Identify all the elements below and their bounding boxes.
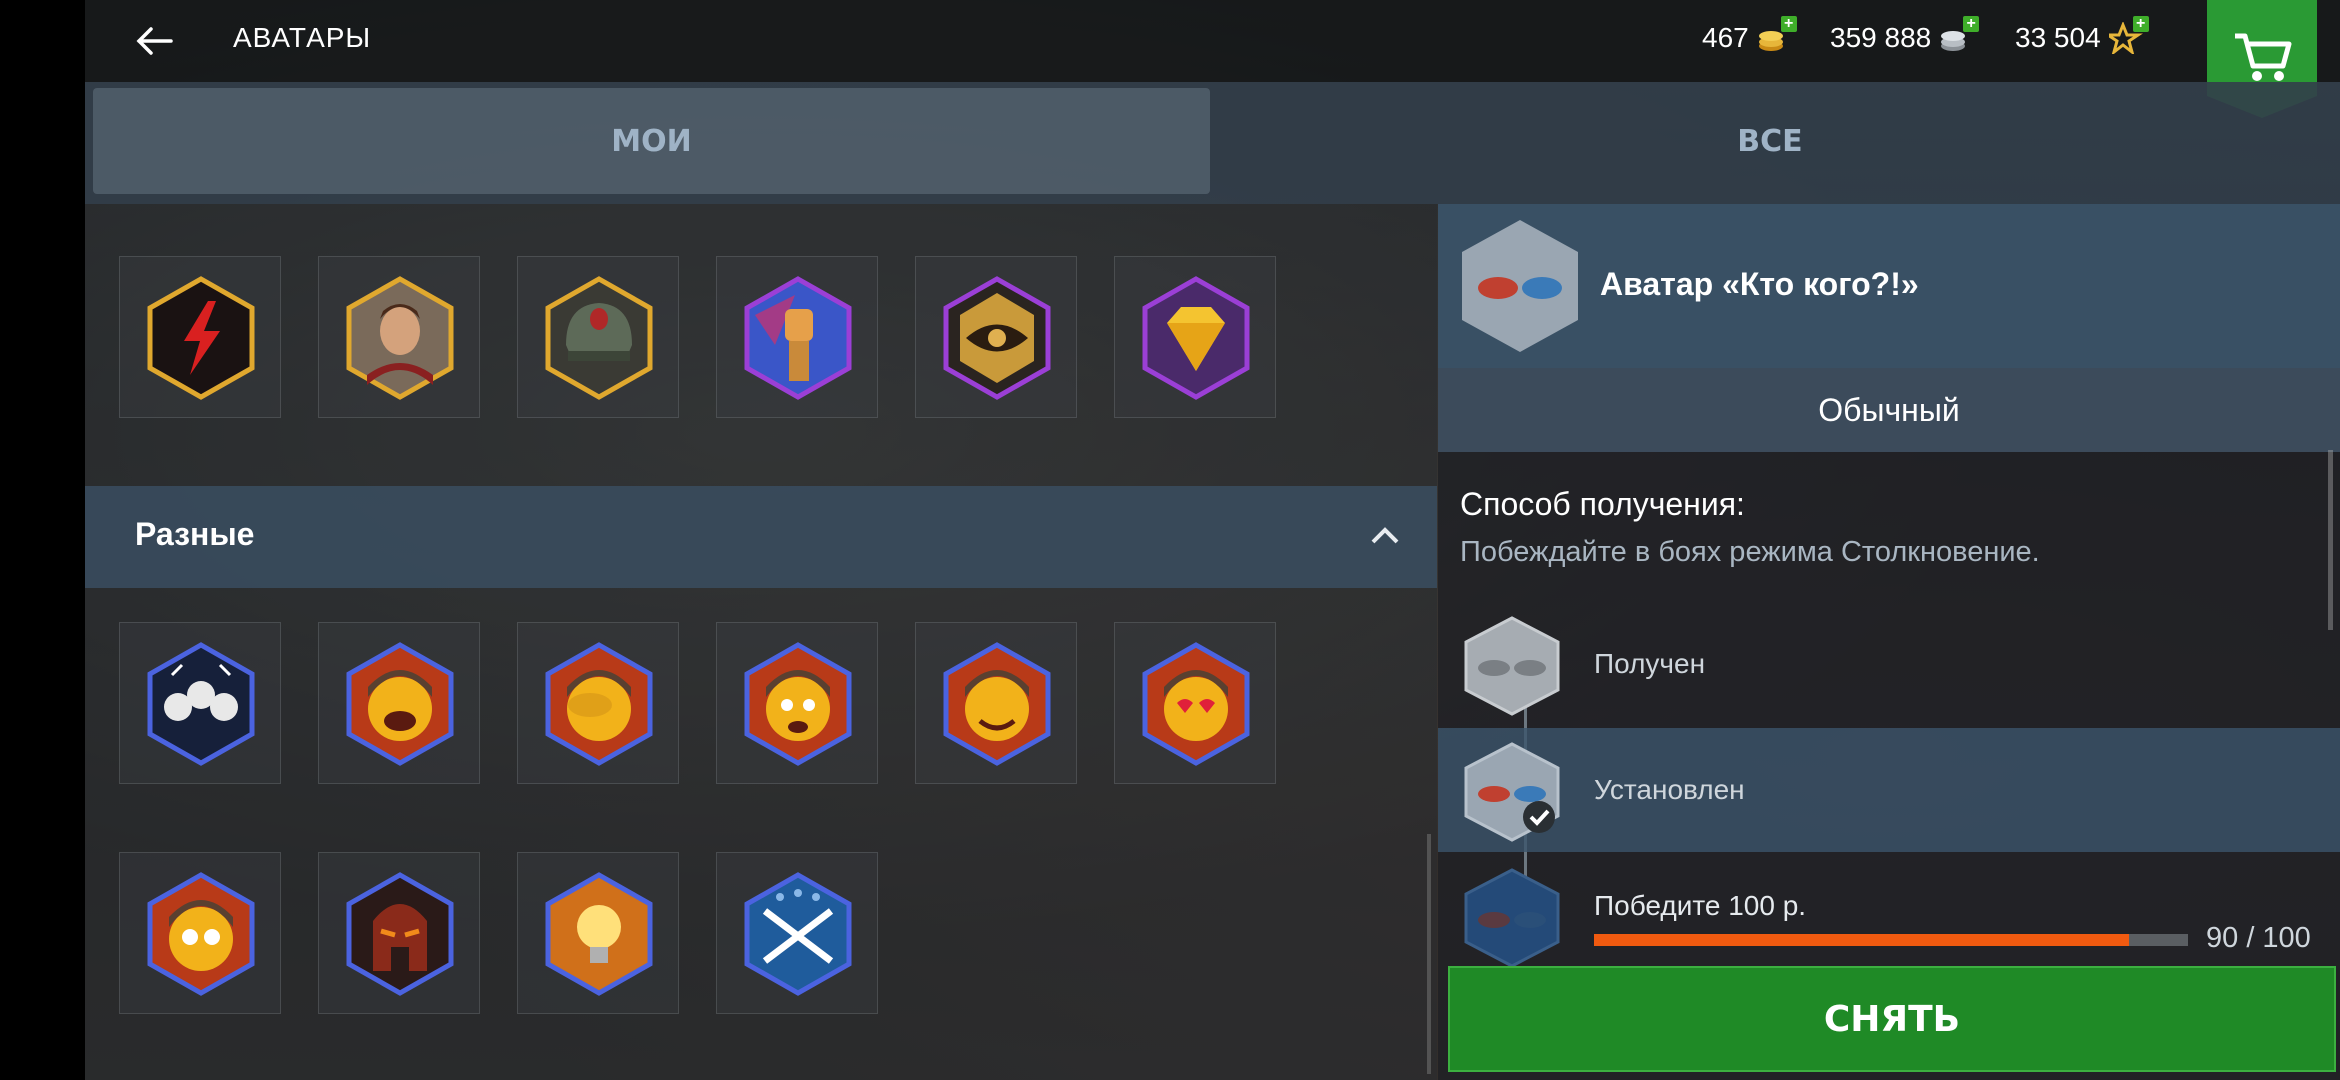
avatar-cell[interactable] bbox=[1114, 256, 1276, 418]
step-win-label: Победите 100 р. bbox=[1594, 890, 1807, 921]
eye-emblem-icon bbox=[943, 276, 1051, 400]
grinning-tanker-icon bbox=[943, 642, 1051, 766]
gold-counter[interactable]: 467 + bbox=[1702, 16, 1797, 54]
diamond-icon bbox=[1142, 276, 1250, 400]
spartan-helmet-icon bbox=[346, 872, 454, 996]
heart-eyes-tanker-icon bbox=[1142, 642, 1250, 766]
avatar-cell[interactable] bbox=[915, 622, 1077, 784]
star-icon: + bbox=[2102, 16, 2149, 56]
top-bar: АВАТАРЫ 467 + 359 888 + 33 504 + bbox=[85, 0, 2340, 118]
avatar-grid: Разные bbox=[85, 204, 1437, 1080]
facepalm-tanker-icon bbox=[545, 642, 653, 766]
avatar-cell[interactable] bbox=[119, 256, 281, 418]
gold-value: 467 bbox=[1702, 22, 1749, 53]
step-win-battles: Победите 100 р. bbox=[1438, 854, 2340, 968]
avatar-cell[interactable] bbox=[716, 622, 878, 784]
silver-coins-icon: + bbox=[1939, 16, 1980, 54]
lightning-avatar-icon bbox=[147, 276, 255, 400]
add-xp-icon[interactable]: + bbox=[2132, 16, 2149, 32]
free-xp-counter[interactable]: 33 504 + bbox=[2015, 16, 2149, 56]
method-label: Способ получения: bbox=[1460, 486, 1745, 522]
progress-value: 90 / 100 bbox=[2206, 922, 2311, 954]
crossed-rifles-icon bbox=[744, 872, 852, 996]
avatar-cell[interactable] bbox=[318, 256, 480, 418]
remove-button[interactable]: СНЯТЬ bbox=[1448, 966, 2336, 1072]
laughing-tanker-icon bbox=[346, 642, 454, 766]
tank-helmet-icon bbox=[545, 276, 653, 400]
progress-bar bbox=[1594, 934, 2188, 946]
surprised-tanker-icon bbox=[147, 872, 255, 996]
tab-all[interactable]: ВСЕ bbox=[1210, 88, 2330, 194]
shocked-tanker-icon bbox=[744, 642, 852, 766]
step-equipped-label: Установлен bbox=[1594, 774, 1745, 805]
page-title: АВАТАРЫ bbox=[233, 22, 372, 53]
avatar-cell[interactable] bbox=[517, 852, 679, 1014]
progress-fill bbox=[1594, 934, 2129, 946]
add-gold-icon[interactable]: + bbox=[1780, 16, 1797, 32]
avatar-cell[interactable] bbox=[119, 622, 281, 784]
avatar-cell[interactable] bbox=[517, 256, 679, 418]
section-misc[interactable]: Разные bbox=[85, 486, 1437, 588]
avatar-cell[interactable] bbox=[716, 852, 878, 1014]
step-received-label: Получен bbox=[1594, 648, 1706, 679]
tab-bar: МОИ ВСЕ bbox=[85, 82, 2340, 204]
selected-avatar-icon bbox=[1462, 220, 1578, 352]
detail-header: Аватар «Кто кого?!» bbox=[1438, 204, 2340, 368]
avatar-cell[interactable] bbox=[318, 622, 480, 784]
tab-my[interactable]: МОИ bbox=[93, 88, 1210, 194]
free-xp-value: 33 504 bbox=[2015, 22, 2101, 53]
avatar-cell[interactable] bbox=[318, 852, 480, 1014]
light-bulb-icon bbox=[545, 872, 653, 996]
step-locked-icon bbox=[1464, 868, 1560, 968]
step-received: Получен bbox=[1438, 602, 2340, 726]
section-title: Разные bbox=[135, 516, 255, 552]
avatar-name: Аватар «Кто кого?!» bbox=[1600, 266, 1919, 302]
credits-counter[interactable]: 359 888 + bbox=[1830, 16, 1980, 54]
avatar-detail-panel: Аватар «Кто кого?!» Обычный Способ получ… bbox=[1438, 204, 2340, 1080]
raised-fist-icon bbox=[744, 276, 852, 400]
avatar-cell[interactable] bbox=[716, 256, 878, 418]
grid-scrollbar[interactable] bbox=[1427, 834, 1431, 1074]
chevron-up-icon[interactable] bbox=[1369, 520, 1401, 552]
gold-coins-icon: + bbox=[1757, 16, 1797, 54]
commander-portrait-icon bbox=[346, 276, 454, 400]
rarity-label: Обычный bbox=[1438, 368, 2340, 452]
avatar-cell[interactable] bbox=[517, 622, 679, 784]
arrow-left-icon[interactable] bbox=[133, 20, 175, 62]
avatar-cell[interactable] bbox=[119, 852, 281, 1014]
method-description: Побеждайте в боях режима Столкновение. bbox=[1460, 536, 2040, 568]
team-faces-icon bbox=[147, 642, 255, 766]
avatar-cell[interactable] bbox=[915, 256, 1077, 418]
step-equipped: Установлен bbox=[1438, 728, 2340, 852]
checkmark-icon bbox=[1523, 801, 1555, 833]
avatar-cell[interactable] bbox=[1114, 622, 1276, 784]
step-received-icon bbox=[1464, 616, 1560, 716]
detail-scrollbar[interactable] bbox=[2328, 450, 2333, 630]
avatars-screen: АВАТАРЫ 467 + 359 888 + 33 504 + МОИ ВСЕ… bbox=[85, 0, 2340, 1080]
add-credits-icon[interactable]: + bbox=[1963, 16, 1980, 32]
credits-value: 359 888 bbox=[1830, 22, 1932, 53]
